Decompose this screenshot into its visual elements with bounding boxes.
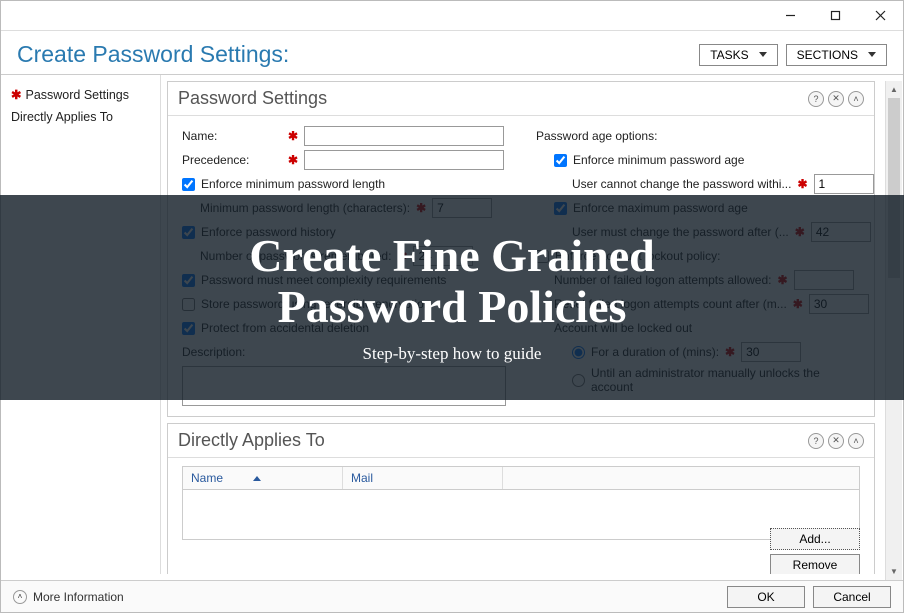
required-icon: ✱ [11, 87, 21, 102]
enforce-min-length-label: Enforce minimum password length [201, 177, 385, 191]
sidebar-item-directly-applies[interactable]: Directly Applies To [7, 106, 154, 128]
add-button[interactable]: Add... [770, 528, 860, 550]
column-mail[interactable]: Mail [343, 467, 503, 489]
scroll-up-icon[interactable]: ▲ [886, 81, 902, 98]
column-blank [503, 467, 859, 489]
page-title: Create Password Settings: [17, 41, 289, 68]
required-icon: ✱ [288, 129, 298, 143]
enforce-min-length-checkbox[interactable] [182, 178, 195, 191]
min-age-input[interactable] [814, 174, 874, 194]
close-icon[interactable]: ✕ [828, 433, 844, 449]
help-icon[interactable]: ? [808, 433, 824, 449]
sections-dropdown[interactable]: SECTIONS [786, 44, 887, 66]
titlebar [1, 1, 903, 31]
age-options-label: Password age options: [536, 129, 657, 143]
collapse-icon[interactable]: ˄ [848, 91, 864, 107]
section-title: Directly Applies To [178, 430, 325, 451]
more-information-label: More Information [33, 590, 124, 604]
section-body: Name Mail Add... Remove [168, 458, 874, 574]
directly-applies-section: Directly Applies To ? ✕ ˄ Name Mail [167, 423, 875, 574]
chevron-down-icon: ˄ [13, 590, 27, 604]
cancel-button[interactable]: Cancel [813, 586, 891, 608]
column-name[interactable]: Name [183, 467, 343, 489]
section-title: Password Settings [178, 88, 327, 109]
overlay-title-line2: Password Policies [278, 282, 627, 333]
sidebar-item-password-settings[interactable]: ✱ Password Settings [7, 83, 154, 106]
overlay-subtitle: Step-by-step how to guide [363, 344, 542, 364]
min-age-label: User cannot change the password withi... [572, 177, 791, 191]
sidebar-item-label: Directly Applies To [11, 110, 113, 124]
table-header: Name Mail [182, 466, 860, 490]
maximize-button[interactable] [813, 1, 858, 31]
header-buttons: TASKS SECTIONS [699, 44, 887, 66]
required-icon: ✱ [288, 153, 298, 167]
precedence-input[interactable] [304, 150, 504, 170]
enforce-min-age-checkbox[interactable] [554, 154, 567, 167]
remove-button[interactable]: Remove [770, 554, 860, 574]
scroll-down-icon[interactable]: ▼ [886, 563, 902, 580]
precedence-label: Precedence: [182, 153, 282, 167]
sidebar-item-label: Password Settings [25, 88, 129, 102]
enforce-min-age-label: Enforce minimum password age [573, 153, 744, 167]
tasks-dropdown[interactable]: TASKS [699, 44, 777, 66]
table-body-empty [182, 490, 860, 540]
promo-overlay: Create Fine Grained Password Policies St… [0, 195, 904, 400]
minimize-button[interactable] [768, 1, 813, 31]
footer: ˄ More Information OK Cancel [1, 580, 903, 612]
name-label: Name: [182, 129, 282, 143]
tasks-label: TASKS [710, 48, 748, 62]
chevron-down-icon [868, 52, 876, 57]
section-header: Password Settings ? ✕ ˄ [168, 82, 874, 116]
required-icon: ✱ [797, 177, 807, 191]
close-button[interactable] [858, 1, 903, 31]
chevron-down-icon [759, 52, 767, 57]
page-header: Create Password Settings: TASKS SECTIONS [1, 31, 903, 75]
name-input[interactable] [304, 126, 504, 146]
close-icon[interactable]: ✕ [828, 91, 844, 107]
overlay-title-line1: Create Fine Grained [249, 231, 654, 282]
more-information-toggle[interactable]: ˄ More Information [13, 590, 124, 604]
sections-label: SECTIONS [797, 48, 858, 62]
section-header: Directly Applies To ? ✕ ˄ [168, 424, 874, 458]
collapse-icon[interactable]: ˄ [848, 433, 864, 449]
sort-ascending-icon [253, 476, 261, 481]
ok-button[interactable]: OK [727, 586, 805, 608]
help-icon[interactable]: ? [808, 91, 824, 107]
